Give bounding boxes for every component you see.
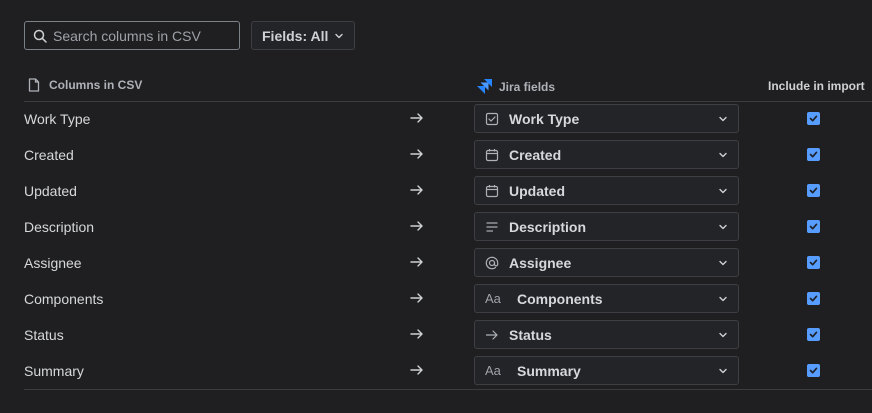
checkbox-icon <box>485 112 499 126</box>
chevron-down-icon <box>718 258 728 268</box>
table-row: Assignee Assignee <box>24 244 872 280</box>
text-aa-icon: Aa <box>485 291 501 306</box>
arrow-right-icon <box>409 218 425 234</box>
include-checkbox[interactable] <box>807 112 820 125</box>
include-checkbox[interactable] <box>807 184 820 197</box>
include-checkbox[interactable] <box>807 292 820 305</box>
arrow-right-icon <box>409 290 425 306</box>
include-checkbox[interactable] <box>807 364 820 377</box>
mapping-rows: Work Type Work Type Created Created Upda… <box>24 100 872 388</box>
csv-column-name: Status <box>24 327 64 343</box>
text-lines-icon <box>485 220 499 234</box>
chevron-down-icon <box>718 222 728 232</box>
jira-column-header: Jira fields <box>476 78 555 95</box>
csv-column-header: Columns in CSV <box>28 78 142 92</box>
toolbar: Fields: All <box>24 21 356 50</box>
jira-field-label: Created <box>509 146 562 163</box>
jira-field-select[interactable]: Status <box>474 320 739 349</box>
chevron-down-icon <box>334 31 344 41</box>
jira-field-select[interactable]: Created <box>474 140 739 169</box>
csv-column-label: Columns in CSV <box>49 78 143 92</box>
include-column-label: Include in import <box>768 79 865 93</box>
arrow-right-icon <box>409 146 425 162</box>
search-icon <box>33 29 47 43</box>
chevron-down-icon <box>718 150 728 160</box>
csv-column-name: Work Type <box>24 111 91 127</box>
calendar-icon <box>485 184 499 198</box>
fields-filter-label: Fields: All <box>262 27 329 44</box>
jira-field-select[interactable]: Aa Components <box>474 284 739 313</box>
jira-column-label: Jira fields <box>499 79 556 94</box>
text-aa-icon: Aa <box>485 363 501 378</box>
jira-field-label: Work Type <box>509 110 580 127</box>
at-sign-icon <box>485 256 499 270</box>
include-checkbox[interactable] <box>807 256 820 269</box>
include-checkbox[interactable] <box>807 148 820 161</box>
table-row: Components Aa Components <box>24 280 872 316</box>
jira-logo-icon <box>476 78 493 95</box>
arrow-right-icon <box>409 110 425 126</box>
arrow-right-icon <box>409 254 425 270</box>
chevron-down-icon <box>718 114 728 124</box>
jira-field-select[interactable]: Description <box>474 212 739 241</box>
chevron-down-icon <box>718 186 728 196</box>
table-row: Created Created <box>24 136 872 172</box>
jira-field-select[interactable]: Work Type <box>474 104 739 133</box>
file-icon <box>28 78 40 92</box>
fields-filter-button[interactable]: Fields: All <box>251 21 356 50</box>
arrow-right-icon <box>409 362 425 378</box>
search-box[interactable] <box>24 21 240 50</box>
jira-field-select[interactable]: Aa Summary <box>474 356 739 385</box>
csv-column-name: Created <box>24 147 74 163</box>
csv-column-name: Components <box>24 291 104 307</box>
table-row: Summary Aa Summary <box>24 352 872 388</box>
chevron-down-icon <box>718 294 728 304</box>
include-checkbox[interactable] <box>807 220 820 233</box>
jira-field-label: Components <box>517 290 603 307</box>
mapping-table-header: Columns in CSV Jira fields Include in im… <box>24 72 872 102</box>
table-row: Description Description <box>24 208 872 244</box>
arrow-right-icon <box>485 328 499 342</box>
jira-field-select[interactable]: Updated <box>474 176 739 205</box>
calendar-icon <box>485 148 499 162</box>
include-checkbox[interactable] <box>807 328 820 341</box>
jira-field-label: Updated <box>509 182 565 199</box>
table-row: Work Type Work Type <box>24 100 872 136</box>
jira-field-label: Assignee <box>509 254 572 271</box>
csv-column-name: Summary <box>24 363 84 379</box>
table-row: Updated Updated <box>24 172 872 208</box>
jira-field-select[interactable]: Assignee <box>474 248 739 277</box>
table-row: Status Status <box>24 316 872 352</box>
chevron-down-icon <box>718 366 728 376</box>
csv-column-name: Assignee <box>24 255 82 271</box>
jira-field-label: Status <box>509 326 552 343</box>
search-input[interactable] <box>53 27 233 44</box>
csv-column-name: Updated <box>24 183 77 199</box>
jira-field-label: Summary <box>517 362 581 379</box>
table-bottom-divider <box>24 389 872 390</box>
arrow-right-icon <box>409 182 425 198</box>
chevron-down-icon <box>718 330 728 340</box>
jira-field-label: Description <box>509 218 587 235</box>
csv-column-name: Description <box>24 219 95 235</box>
arrow-right-icon <box>409 326 425 342</box>
